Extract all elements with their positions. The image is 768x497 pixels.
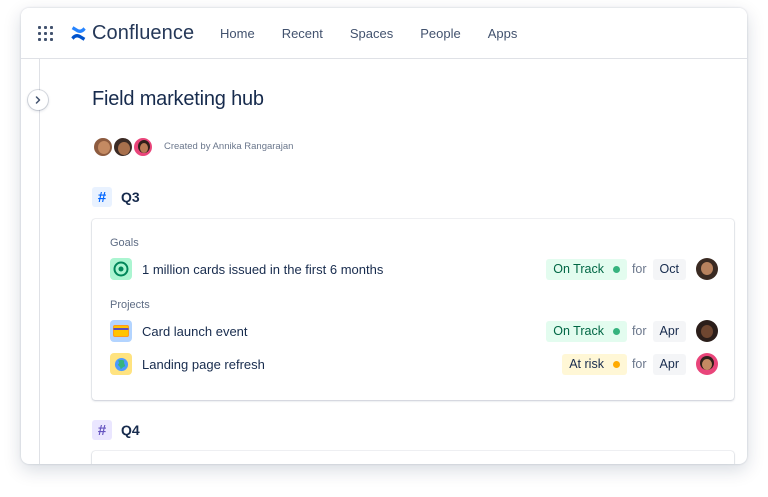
project-meta: At risk for Apr (562, 353, 718, 375)
nav-home[interactable]: Home (220, 26, 255, 41)
status-badge[interactable]: At risk (562, 353, 627, 375)
expand-sidebar-button[interactable] (28, 90, 48, 110)
goal-row[interactable]: 1 million cards issued in the first 6 mo… (110, 258, 718, 280)
credit-card-icon (110, 320, 132, 342)
nav-people[interactable]: People (420, 26, 460, 41)
contributor-avatars[interactable] (92, 136, 154, 158)
target-icon (110, 258, 132, 280)
section-label: Q4 (121, 422, 140, 438)
for-label: for (631, 324, 647, 338)
for-label: for (631, 262, 647, 276)
section-label: Q3 (121, 189, 140, 205)
status-dot-icon (612, 265, 620, 273)
projects-label: Projects (110, 299, 150, 311)
chevron-right-icon (35, 96, 41, 104)
status-label: On Track (553, 324, 604, 338)
primary-nav: Home Recent Spaces People Apps (220, 8, 544, 58)
top-navigation-bar: Confluence Home Recent Spaces People App… (21, 8, 747, 59)
status-badge[interactable]: On Track (546, 258, 627, 280)
status-label: On Track (553, 262, 604, 276)
globe-icon (110, 353, 132, 375)
status-label: At risk (569, 357, 604, 371)
hashtag-icon: # (92, 187, 112, 207)
nav-spaces[interactable]: Spaces (350, 26, 393, 41)
q4-card (92, 451, 734, 464)
target-month[interactable]: Apr (652, 353, 686, 375)
app-name: Confluence (92, 21, 195, 44)
owner-avatar[interactable] (696, 258, 718, 280)
for-label: for (631, 357, 647, 371)
confluence-logo[interactable]: Confluence (70, 21, 194, 45)
nav-apps[interactable]: Apps (488, 26, 518, 41)
nav-recent[interactable]: Recent (282, 26, 323, 41)
goals-label: Goals (110, 237, 139, 249)
avatar[interactable] (112, 136, 134, 158)
project-meta: On Track for Apr (546, 320, 718, 342)
section-heading-q4: # Q4 (92, 420, 140, 440)
project-row[interactable]: Card launch event On Track for Apr (110, 320, 718, 342)
owner-avatar[interactable] (696, 320, 718, 342)
status-badge[interactable]: On Track (546, 320, 627, 342)
app-switcher-grid-icon[interactable] (38, 26, 54, 42)
sidebar-divider (39, 59, 40, 464)
confluence-window: Confluence Home Recent Spaces People App… (21, 8, 747, 464)
project-row[interactable]: Landing page refresh At risk for Apr (110, 353, 718, 375)
section-heading-q3: # Q3 (92, 187, 140, 207)
page-title: Field marketing hub (92, 88, 264, 110)
goal-title[interactable]: 1 million cards issued in the first 6 mo… (142, 262, 383, 277)
hashtag-icon: # (92, 420, 112, 440)
goal-meta: On Track for Oct (546, 258, 718, 280)
target-month[interactable]: Oct (652, 258, 686, 280)
project-title[interactable]: Landing page refresh (142, 357, 265, 372)
project-title[interactable]: Card launch event (142, 324, 248, 339)
confluence-logo-icon (71, 25, 86, 41)
q3-card: Goals 1 million cards issued in the firs… (92, 219, 734, 400)
avatar[interactable] (132, 136, 154, 158)
created-by-text: Created by Annika Rangarajan (164, 141, 294, 152)
target-month[interactable]: Apr (652, 320, 686, 342)
owner-avatar[interactable] (696, 353, 718, 375)
status-dot-icon (612, 360, 620, 368)
status-dot-icon (612, 327, 620, 335)
avatar[interactable] (92, 136, 114, 158)
